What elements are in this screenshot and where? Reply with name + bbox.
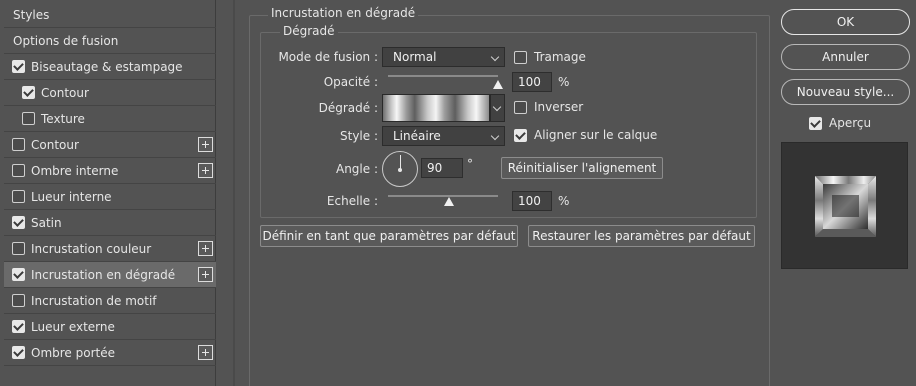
reverse-label: Inverser	[534, 100, 584, 114]
style-list-item[interactable]: Contour	[4, 132, 216, 158]
style-list-label: Satin	[31, 215, 62, 230]
style-list-item[interactable]: Incrustation en dégradé	[4, 262, 216, 288]
style-list-label: Incrustation de motif	[31, 293, 157, 308]
scale-value: 100	[518, 194, 541, 208]
add-effect-icon[interactable]	[198, 267, 213, 282]
style-list-checkbox[interactable]	[22, 112, 35, 125]
reset-to-default-button[interactable]: Restaurer les paramètres par défaut	[528, 225, 755, 247]
reset-alignment-button[interactable]: Réinitialiser l'alignement	[501, 157, 663, 179]
style-list-item[interactable]: Biseautage & estampage	[4, 54, 216, 80]
style-list-label: Ombre interne	[31, 163, 119, 178]
add-effect-icon[interactable]	[198, 163, 213, 178]
angle-value: 90	[427, 161, 443, 175]
blend-mode-select[interactable]: Normal	[382, 47, 505, 67]
angle-center-dot	[398, 168, 402, 172]
add-effect-icon[interactable]	[198, 241, 213, 256]
opacity-unit: %	[558, 75, 570, 89]
panel-divider	[233, 0, 235, 386]
style-list-item[interactable]: Options de fusion	[4, 28, 216, 54]
style-list-label: Lueur externe	[31, 319, 115, 334]
style-value: Linéaire	[393, 129, 441, 143]
style-list-label: Lueur interne	[31, 189, 112, 204]
opacity-slider-track[interactable]	[388, 75, 498, 77]
scale-label: Echelle :	[326, 194, 378, 208]
align-with-layer-label: Aligner sur le calque	[534, 128, 658, 142]
style-list-checkbox[interactable]	[12, 294, 25, 307]
layer-styles-list: Styles Options de fusion Biseautage & esta…	[0, 0, 216, 386]
reverse-checkbox[interactable]	[514, 101, 527, 114]
cancel-button[interactable]: Annuler	[781, 44, 910, 70]
style-list-label: Ombre portée	[31, 345, 115, 360]
style-list-checkbox[interactable]	[12, 190, 25, 203]
gradient-group-title: Dégradé	[280, 24, 338, 38]
style-list-item[interactable]: Incrustation de motif	[4, 288, 216, 314]
style-list-checkbox[interactable]	[12, 216, 25, 229]
style-list-checkbox[interactable]	[12, 268, 25, 281]
style-list-label: Incrustation couleur	[31, 241, 152, 256]
angle-input[interactable]: 90	[421, 158, 463, 178]
chevron-down-icon	[492, 102, 502, 112]
style-list-item[interactable]: Texture	[4, 106, 216, 132]
style-list-item[interactable]: Satin	[4, 210, 216, 236]
style-list-checkbox[interactable]	[12, 242, 25, 255]
angle-dial[interactable]	[382, 151, 418, 187]
style-list-item[interactable]: Incrustation couleur	[4, 236, 216, 262]
dither-checkbox[interactable]	[514, 51, 527, 64]
make-default-button[interactable]: Définir en tant que paramètres par défau…	[260, 225, 518, 247]
style-list-label: Contour	[41, 85, 89, 100]
style-preview	[781, 142, 908, 269]
preview-thumbnail	[815, 176, 876, 237]
style-list-label: Biseautage & estampage	[31, 59, 183, 74]
preview-checkbox[interactable]	[809, 117, 822, 130]
style-list-item[interactable]: Lueur externe	[4, 314, 216, 340]
style-select[interactable]: Linéaire	[382, 126, 505, 146]
style-list-label: Styles	[13, 7, 50, 22]
chevron-down-icon	[490, 52, 500, 62]
ok-button[interactable]: OK	[781, 9, 910, 35]
style-list-item[interactable]: Contour	[4, 80, 216, 106]
style-label: Style :	[340, 129, 378, 143]
align-with-layer-checkbox[interactable]	[514, 129, 527, 142]
scale-slider-thumb[interactable]	[443, 197, 454, 206]
chevron-down-icon	[490, 131, 500, 141]
style-list-checkbox[interactable]	[22, 86, 35, 99]
blend-mode-label: Mode de fusion :	[278, 50, 378, 64]
style-list-item[interactable]: Ombre portée	[4, 340, 216, 366]
section-title: Incrustation en dégradé	[268, 6, 419, 20]
style-list-checkbox[interactable]	[12, 60, 25, 73]
style-list-item[interactable]: Styles	[4, 2, 216, 28]
style-list-checkbox[interactable]	[12, 320, 25, 333]
opacity-value: 100	[518, 75, 541, 89]
dither-label: Tramage	[534, 50, 586, 64]
style-list-item[interactable]: Lueur interne	[4, 184, 216, 210]
new-style-button[interactable]: Nouveau style...	[781, 79, 910, 105]
style-list-checkbox[interactable]	[12, 346, 25, 359]
add-effect-icon[interactable]	[198, 345, 213, 360]
style-list-label: Incrustation en dégradé	[31, 267, 176, 282]
style-list-checkbox[interactable]	[12, 164, 25, 177]
gradient-swatch[interactable]	[382, 94, 490, 122]
style-list-checkbox[interactable]	[12, 138, 25, 151]
style-list-label: Texture	[41, 111, 85, 126]
opacity-label: Opacité :	[323, 75, 378, 89]
scale-input[interactable]: 100	[512, 191, 552, 211]
style-list-label: Contour	[31, 137, 79, 152]
preview-label: Aperçu	[829, 116, 872, 130]
angle-label: Angle :	[335, 162, 378, 176]
opacity-slider-thumb[interactable]	[493, 80, 503, 89]
opacity-input[interactable]: 100	[512, 72, 552, 92]
add-effect-icon[interactable]	[198, 137, 213, 152]
blend-mode-value: Normal	[393, 50, 437, 64]
gradient-dropdown-button[interactable]	[490, 94, 505, 122]
scale-unit: %	[558, 194, 570, 208]
gradient-label: Dégradé :	[318, 101, 378, 115]
angle-unit: °	[467, 157, 473, 171]
style-list-item[interactable]: Ombre interne	[4, 158, 216, 184]
style-list-label: Options de fusion	[13, 33, 119, 48]
